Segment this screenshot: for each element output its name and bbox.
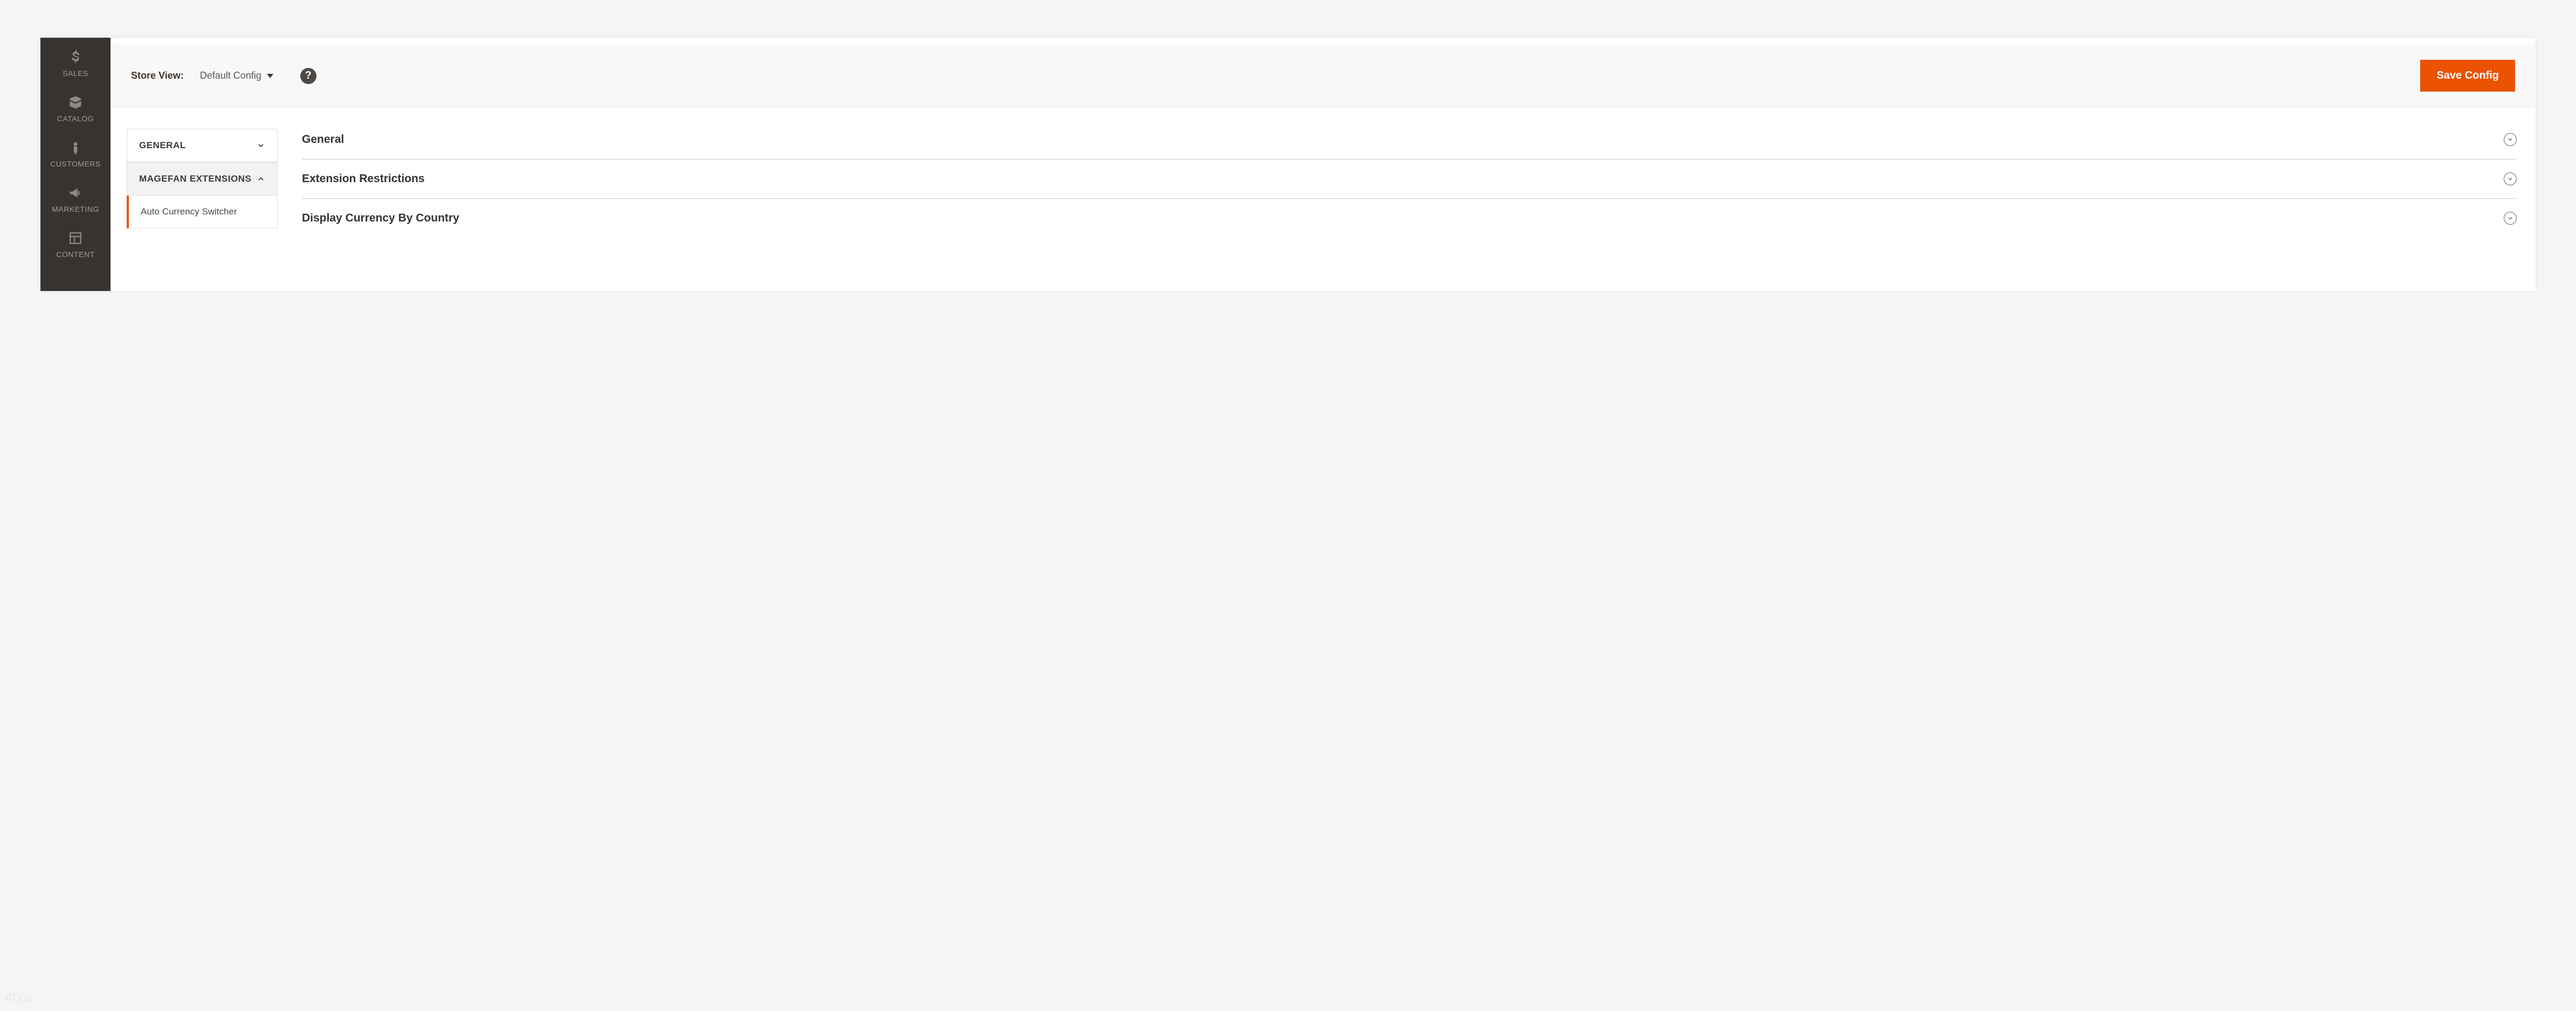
expand-icon xyxy=(2504,172,2517,185)
config-item-auto-currency-switcher[interactable]: Auto Currency Switcher xyxy=(127,196,278,228)
box-icon xyxy=(67,94,84,111)
config-body: GENERAL MAGEFAN EXTENSIONS Auto Currency… xyxy=(111,107,2536,291)
admin-leftnav: SALES CATALOG CUSTOMERS MARKETING CONTEN… xyxy=(40,38,111,291)
section-general[interactable]: General xyxy=(302,129,2517,160)
watermark-text: 40px xyxy=(5,991,33,1006)
section-title: Extension Restrictions xyxy=(302,172,425,185)
config-sections: General Extension Restrictions Display C… xyxy=(278,115,2536,291)
section-title: General xyxy=(302,133,344,146)
nav-content[interactable]: CONTENT xyxy=(40,230,111,259)
section-title: Display Currency By Country xyxy=(302,212,459,225)
app-shell: SALES CATALOG CUSTOMERS MARKETING CONTEN… xyxy=(40,38,2536,291)
expand-icon xyxy=(2504,133,2517,146)
main-area: Store View: Default Config ? Save Config… xyxy=(111,38,2536,291)
nav-label: CUSTOMERS xyxy=(50,160,101,168)
nav-label: CONTENT xyxy=(56,250,94,259)
save-config-button[interactable]: Save Config xyxy=(2420,60,2515,92)
megaphone-icon xyxy=(67,184,84,202)
chevron-down-icon xyxy=(257,141,265,150)
store-view-value: Default Config xyxy=(200,70,261,81)
config-group-label: GENERAL xyxy=(139,140,186,151)
config-group-magefan-extensions[interactable]: MAGEFAN EXTENSIONS xyxy=(127,162,278,196)
config-group-general[interactable]: GENERAL xyxy=(127,129,278,162)
nav-label: SALES xyxy=(63,69,88,78)
section-display-currency-by-country[interactable]: Display Currency By Country xyxy=(302,199,2517,238)
section-extension-restrictions[interactable]: Extension Restrictions xyxy=(302,160,2517,199)
caret-down-icon xyxy=(267,74,273,78)
nav-label: CATALOG xyxy=(57,114,94,123)
config-group-label: MAGEFAN EXTENSIONS xyxy=(139,174,251,184)
expand-icon xyxy=(2504,212,2517,225)
nav-catalog[interactable]: CATALOG xyxy=(40,94,111,123)
store-view-label: Store View: xyxy=(131,70,184,81)
store-view-select[interactable]: Default Config xyxy=(200,70,273,81)
dollar-icon xyxy=(67,49,84,66)
nav-label: MARKETING xyxy=(52,205,99,213)
layout-icon xyxy=(67,230,84,247)
scope-toolbar: Store View: Default Config ? Save Config xyxy=(111,45,2536,107)
nav-customers[interactable]: CUSTOMERS xyxy=(40,139,111,168)
nav-sales[interactable]: SALES xyxy=(40,49,111,78)
person-icon xyxy=(67,139,84,156)
chevron-up-icon xyxy=(257,175,265,183)
help-icon[interactable]: ? xyxy=(300,68,316,84)
nav-marketing[interactable]: MARKETING xyxy=(40,184,111,213)
config-sidebar: GENERAL MAGEFAN EXTENSIONS Auto Currency… xyxy=(127,129,278,291)
